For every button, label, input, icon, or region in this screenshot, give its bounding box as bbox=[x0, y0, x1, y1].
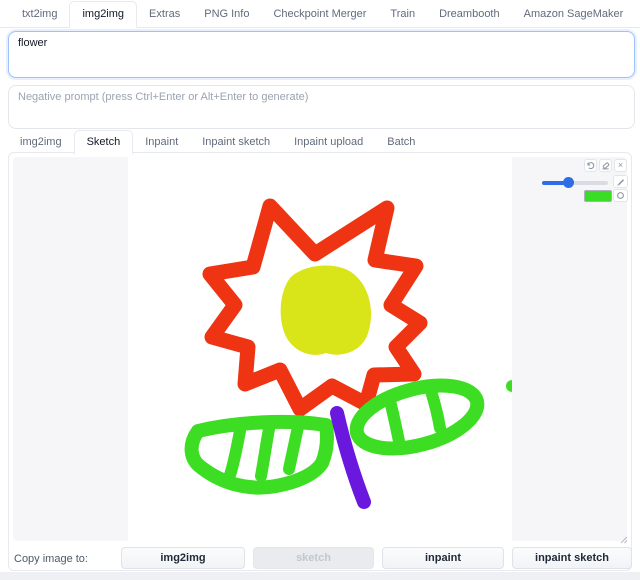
tab-txt2img[interactable]: txt2img bbox=[10, 2, 69, 27]
img2img-tab-inpaint-upload[interactable]: Inpaint upload bbox=[282, 131, 375, 154]
stray-green-dot bbox=[506, 380, 512, 392]
img2img-tab-img2img[interactable]: img2img bbox=[8, 131, 74, 154]
img2img-tab-batch[interactable]: Batch bbox=[375, 131, 427, 154]
brush-size-slider-thumb[interactable] bbox=[563, 177, 574, 188]
tab-train[interactable]: Train bbox=[378, 2, 427, 27]
flower-center-blob bbox=[281, 265, 371, 354]
undo-button[interactable] bbox=[584, 159, 597, 172]
main-tab-bar: txt2imgimg2imgExtrasPNG InfoCheckpoint M… bbox=[0, 0, 640, 28]
copy-image-to-label: Copy image to: bbox=[14, 553, 88, 565]
brush-color-swatch[interactable] bbox=[584, 190, 612, 202]
copy-to-img2img-button[interactable]: img2img bbox=[121, 547, 245, 569]
close-icon: × bbox=[618, 161, 623, 170]
img2img-tab-inpaint[interactable]: Inpaint bbox=[133, 131, 190, 154]
resize-grip-icon bbox=[618, 534, 628, 544]
color-picker-button[interactable] bbox=[613, 189, 628, 202]
copy-to-inpaint-button[interactable]: inpaint bbox=[382, 547, 504, 569]
brush-tool-button[interactable] bbox=[613, 175, 628, 188]
brush-size-slider[interactable] bbox=[542, 181, 608, 185]
tab-amazon-sagemaker[interactable]: Amazon SageMaker bbox=[512, 2, 636, 27]
img2img-tab-sketch[interactable]: Sketch bbox=[74, 130, 134, 155]
copy-to-inpaint-sketch-button[interactable]: inpaint sketch bbox=[512, 547, 632, 569]
tab-checkpoint-merger[interactable]: Checkpoint Merger bbox=[261, 2, 378, 27]
eraser-icon bbox=[601, 161, 610, 170]
eraser-button[interactable] bbox=[599, 159, 612, 172]
tab-png-info[interactable]: PNG Info bbox=[192, 2, 261, 27]
remove-image-button[interactable]: × bbox=[614, 159, 627, 172]
sketch-canvas[interactable] bbox=[128, 157, 512, 541]
flower-sketch-drawing bbox=[128, 157, 512, 541]
tab-img2img[interactable]: img2img bbox=[69, 1, 137, 28]
prompt-input[interactable]: flower bbox=[8, 31, 635, 78]
tab-extras[interactable]: Extras bbox=[137, 2, 192, 27]
tab-dreambooth[interactable]: Dreambooth bbox=[427, 2, 512, 27]
left-leaf-veins bbox=[230, 427, 298, 476]
img2img-tab-inpaint-sketch[interactable]: Inpaint sketch bbox=[190, 131, 282, 154]
negative-prompt-input[interactable] bbox=[8, 85, 635, 129]
copy-to-sketch-button: sketch bbox=[253, 547, 374, 569]
tab-settings[interactable]: Settings bbox=[635, 2, 640, 27]
app-window: txt2imgimg2imgExtrasPNG InfoCheckpoint M… bbox=[0, 0, 640, 580]
img2img-mode-tab-bar: img2imgSketchInpaintInpaint sketchInpain… bbox=[8, 130, 427, 154]
undo-icon bbox=[586, 161, 595, 170]
pencil-icon bbox=[616, 177, 625, 186]
color-circle-icon bbox=[616, 191, 625, 200]
canvas-resize-handle[interactable] bbox=[618, 531, 628, 541]
